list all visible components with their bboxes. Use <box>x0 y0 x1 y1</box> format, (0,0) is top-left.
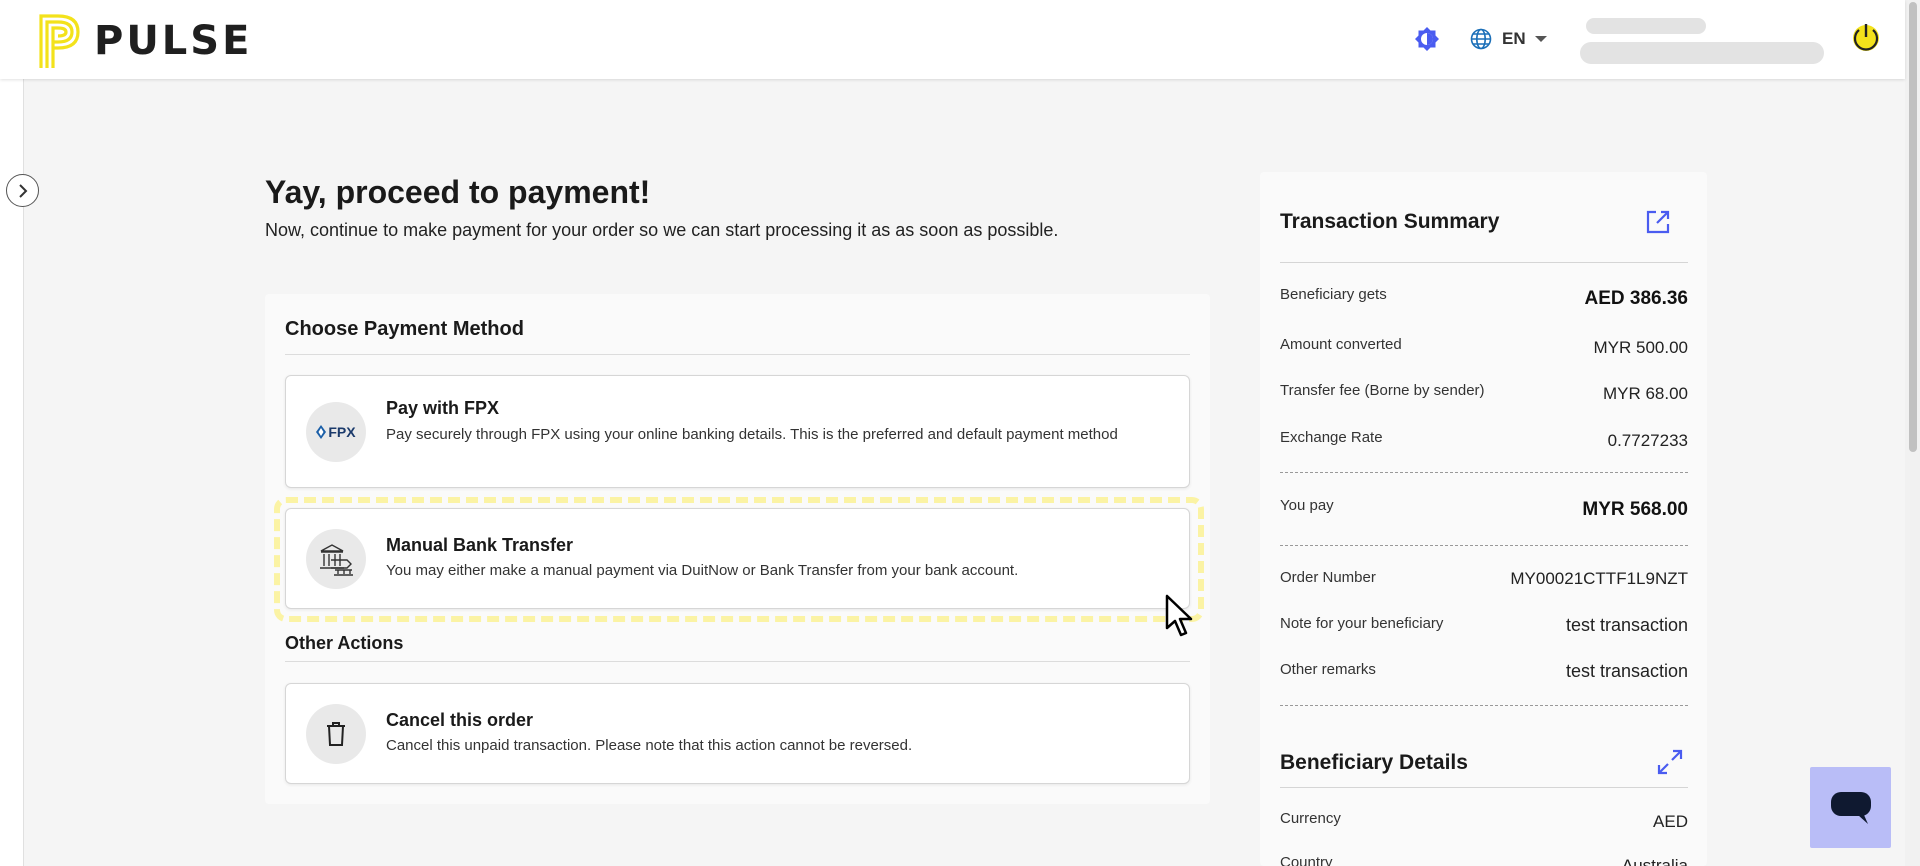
you-pay-label: You pay <box>1280 497 1334 514</box>
beneficiary-gets-label: Beneficiary gets <box>1280 286 1387 303</box>
user-name-placeholder <box>1586 18 1706 34</box>
divider <box>1280 545 1688 546</box>
country-value: Australia <box>1621 856 1688 866</box>
other-actions-title: Other Actions <box>285 633 404 653</box>
language-selector[interactable]: EN <box>1470 24 1548 54</box>
exchange-rate-label: Exchange Rate <box>1280 429 1383 446</box>
exchange-rate-value: 0.7727233 <box>1607 431 1688 450</box>
pay-with-fpx-option[interactable]: FPX Pay with FPX Pay securely through FP… <box>285 375 1190 488</box>
order-number-value: MY00021CTTF1L9NZT <box>1510 569 1688 588</box>
page-title: Yay, proceed to payment! <box>265 174 651 210</box>
other-remarks-value: test transaction <box>1565 661 1688 681</box>
divider <box>1280 262 1688 263</box>
you-pay-value: MYR 568.00 <box>1582 499 1688 520</box>
chevron-down-icon <box>1534 36 1547 42</box>
manual-bank-transfer-option[interactable]: Manual Bank Transfer You may either make… <box>285 508 1190 609</box>
beneficiary-details-title: Beneficiary Details <box>1280 751 1468 774</box>
page-scrollbar[interactable] <box>1905 0 1920 866</box>
divider <box>285 661 1190 662</box>
power-icon[interactable] <box>1849 20 1883 54</box>
cancel-order-description: Cancel this unpaid transaction. Please n… <box>386 737 913 754</box>
divider <box>1280 705 1688 706</box>
note-value: test transaction <box>1565 615 1688 635</box>
scrollbar-thumb[interactable] <box>1909 2 1917 452</box>
top-header: PULSE EN <box>0 0 1905 79</box>
transaction-summary-panel: Transaction Summary Beneficiary gets AED… <box>1260 172 1707 866</box>
divider <box>285 354 1190 355</box>
divider <box>1280 787 1688 788</box>
theme-toggle-icon[interactable] <box>1413 26 1441 54</box>
country-label: Country <box>1280 854 1333 866</box>
globe-icon <box>1470 28 1492 50</box>
trash-glyph <box>327 722 345 746</box>
open-external-icon[interactable] <box>1644 208 1672 236</box>
fpx-icon: FPX <box>306 402 366 462</box>
chat-bubble-icon <box>1830 791 1871 824</box>
bank-transfer-icon <box>306 529 366 589</box>
expand-icon[interactable] <box>1656 748 1684 776</box>
pulse-logo-icon <box>39 14 80 68</box>
payment-method-panel: Choose Payment Method FPX Pay with FPX P… <box>265 294 1210 804</box>
fpx-logo-mark <box>316 425 327 439</box>
bank-transfer-description: You may either make a manual payment via… <box>386 562 1019 579</box>
currency-value: AED <box>1653 812 1688 831</box>
order-number-label: Order Number <box>1280 569 1376 586</box>
divider <box>1280 472 1688 473</box>
trash-icon <box>306 704 366 764</box>
bank-building-icon <box>320 544 353 576</box>
fpx-description: Pay securely through FPX using your onli… <box>386 426 1118 443</box>
beneficiary-gets-value: AED 386.36 <box>1584 288 1688 309</box>
fpx-icon-label: FPX <box>328 424 356 440</box>
other-remarks-label: Other remarks <box>1280 661 1376 678</box>
transfer-fee-label: Transfer fee (Borne by sender) <box>1280 382 1485 399</box>
amount-converted-label: Amount converted <box>1280 336 1402 353</box>
page-subtitle: Now, continue to make payment for your o… <box>265 220 1059 240</box>
transfer-fee-value: MYR 68.00 <box>1602 384 1688 403</box>
sidebar-toggle-button[interactable] <box>6 174 39 207</box>
note-label: Note for your beneficiary <box>1280 615 1444 632</box>
language-value: EN <box>1502 29 1526 48</box>
chat-support-button[interactable] <box>1810 767 1891 848</box>
transaction-summary-title: Transaction Summary <box>1280 210 1500 233</box>
bank-transfer-title: Manual Bank Transfer <box>386 535 574 555</box>
pulse-logo[interactable]: PULSE <box>38 12 252 70</box>
brand-name: PULSE <box>94 18 253 64</box>
chevron-right-icon <box>18 183 27 198</box>
amount-converted-value: MYR 500.00 <box>1593 338 1689 357</box>
currency-label: Currency <box>1280 810 1341 827</box>
cancel-order-option[interactable]: Cancel this order Cancel this unpaid tra… <box>285 683 1190 784</box>
payment-section-title: Choose Payment Method <box>285 318 524 340</box>
fpx-title: Pay with FPX <box>386 398 500 418</box>
user-email-placeholder <box>1580 42 1824 64</box>
cancel-order-title: Cancel this order <box>386 710 534 730</box>
